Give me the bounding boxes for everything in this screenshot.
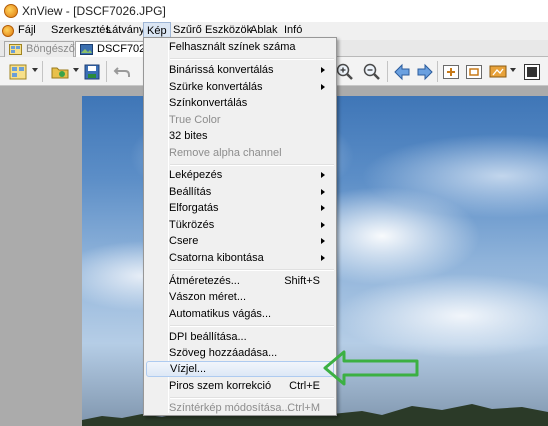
menu-item-true-color: True Color <box>146 112 334 128</box>
menu-item-label: True Color <box>169 114 221 126</box>
menu-item-label: Színkonvertálás <box>169 97 248 109</box>
menu-item-label: Csatorna kibontása <box>169 252 264 264</box>
menu-item-label: Vászon méret... <box>169 291 247 303</box>
menu-item-adjust[interactable]: Beállítás <box>146 184 334 200</box>
xnview-app-icon <box>4 4 18 18</box>
menu-item-convert-binary[interactable]: Binárissá konvertálás <box>146 62 334 78</box>
menu-item-extract-channel[interactable]: Csatorna kibontása <box>146 250 334 266</box>
slideshow-dropdown-icon[interactable] <box>510 68 516 72</box>
menu-view[interactable]: Látvány <box>103 23 148 39</box>
system-menu-icon[interactable] <box>2 25 14 37</box>
menu-item-color-convert[interactable]: Színkonvertálás <box>146 95 334 111</box>
submenu-arrow-icon <box>321 255 325 261</box>
toolbar-separator <box>437 61 438 82</box>
open-dropdown-icon[interactable] <box>73 68 79 72</box>
menu-item-label: Piros szem korrekció <box>169 380 272 392</box>
submenu-arrow-icon <box>321 222 325 228</box>
menu-item-red-eye[interactable]: Piros szem korrekció Ctrl+E <box>146 378 334 394</box>
image-menu-dropdown: Felhasznált színek száma Binárissá konve… <box>143 37 337 416</box>
next-icon[interactable] <box>415 62 435 82</box>
image-icon <box>80 44 93 55</box>
menu-item-resize[interactable]: Átméretezés... Shift+S <box>146 273 334 289</box>
menu-item-label: Vízjel... <box>170 363 207 375</box>
zoom-in-icon[interactable] <box>335 62 355 82</box>
menu-item-label: Automatikus vágás... <box>169 308 272 320</box>
menu-separator <box>170 58 334 60</box>
menu-item-convert-grey[interactable]: Szürke konvertálás <box>146 79 334 95</box>
menu-item-canvas-size[interactable]: Vászon méret... <box>146 289 334 305</box>
submenu-arrow-icon <box>321 189 325 195</box>
menu-item-remove-alpha: Remove alpha channel <box>146 145 334 161</box>
submenu-arrow-icon <box>321 67 325 73</box>
menu-item-label: Szürke konvertálás <box>169 81 263 93</box>
zoom-out-icon[interactable] <box>362 62 382 82</box>
menu-item-shortcut: Ctrl+E <box>289 380 320 392</box>
menu-item-label: Felhasznált színek száma <box>169 41 296 53</box>
submenu-arrow-icon <box>321 205 325 211</box>
menu-item-label: Beállítás <box>169 186 212 198</box>
title-bar: XnView - [DSCF7026.JPG] <box>0 0 548 22</box>
tab-browser-label: Böngésző <box>26 43 75 55</box>
menu-item-label: Szöveg hozzáadása... <box>169 347 278 359</box>
submenu-arrow-icon <box>321 84 325 90</box>
menu-item-mapping[interactable]: Leképezés <box>146 167 334 183</box>
menu-separator <box>170 397 334 399</box>
menu-item-label: Csere <box>169 235 199 247</box>
tab-browser[interactable]: Böngésző <box>4 41 75 57</box>
menu-item-label: Elforgatás <box>169 202 219 214</box>
menu-item-label: Tükrözés <box>169 219 215 231</box>
menu-item-label: Átméretezés... <box>169 275 240 287</box>
menu-item-label: DPI beállítása... <box>169 331 247 343</box>
submenu-arrow-icon <box>321 238 325 244</box>
menu-item-label: Binárissá konvertálás <box>169 64 274 76</box>
fullscreen-icon[interactable] <box>522 62 542 82</box>
submenu-arrow-icon <box>321 172 325 178</box>
tab-image[interactable]: DSCF7026.JPG <box>75 41 176 57</box>
menu-item-mirror[interactable]: Tükrözés <box>146 217 334 233</box>
menu-separator <box>170 269 334 271</box>
menu-item-add-text[interactable]: Szöveg hozzáadása... <box>146 345 334 361</box>
window-title: XnView - [DSCF7026.JPG] <box>22 4 166 18</box>
menu-item-colormap: Színtérkép módosítása... Ctrl+M <box>146 400 334 416</box>
browser-icon <box>9 44 22 55</box>
menu-item-used-colors[interactable]: Felhasznált színek száma <box>146 39 334 55</box>
menu-item-swap[interactable]: Csere <box>146 233 334 249</box>
menu-item-label: Színtérkép módosítása... <box>169 402 291 414</box>
previous-icon[interactable] <box>392 62 412 82</box>
menu-item-shortcut: Ctrl+M <box>287 402 320 414</box>
menu-item-shortcut: Shift+S <box>284 275 320 287</box>
menu-item-set-dpi[interactable]: DPI beállítása... <box>146 329 334 345</box>
toolbar-separator <box>42 61 43 82</box>
menu-item-auto-crop[interactable]: Automatikus vágás... <box>146 306 334 322</box>
menu-separator <box>170 164 334 166</box>
menu-item-32-bit[interactable]: 32 bites <box>146 128 334 144</box>
annotation-arrow-icon <box>323 350 419 386</box>
menu-item-rotate[interactable]: Elforgatás <box>146 200 334 216</box>
fit-window-icon[interactable] <box>441 62 461 82</box>
menu-item-label: Leképezés <box>169 169 223 181</box>
browse-dropdown-icon[interactable] <box>32 68 38 72</box>
browse-icon[interactable] <box>8 62 28 82</box>
menu-file[interactable]: Fájl <box>15 23 39 39</box>
toolbar-separator <box>106 61 107 82</box>
menu-item-watermark[interactable]: Vízjel... <box>146 361 334 377</box>
menu-separator <box>170 325 334 327</box>
open-folder-icon[interactable] <box>50 62 70 82</box>
actual-size-icon[interactable] <box>464 62 484 82</box>
toolbar-separator <box>387 61 388 82</box>
undo-icon[interactable] <box>112 62 132 82</box>
menu-item-label: 32 bites <box>169 130 208 142</box>
slideshow-icon[interactable] <box>488 62 508 82</box>
menu-item-label: Remove alpha channel <box>169 147 282 159</box>
save-icon[interactable] <box>82 62 102 82</box>
